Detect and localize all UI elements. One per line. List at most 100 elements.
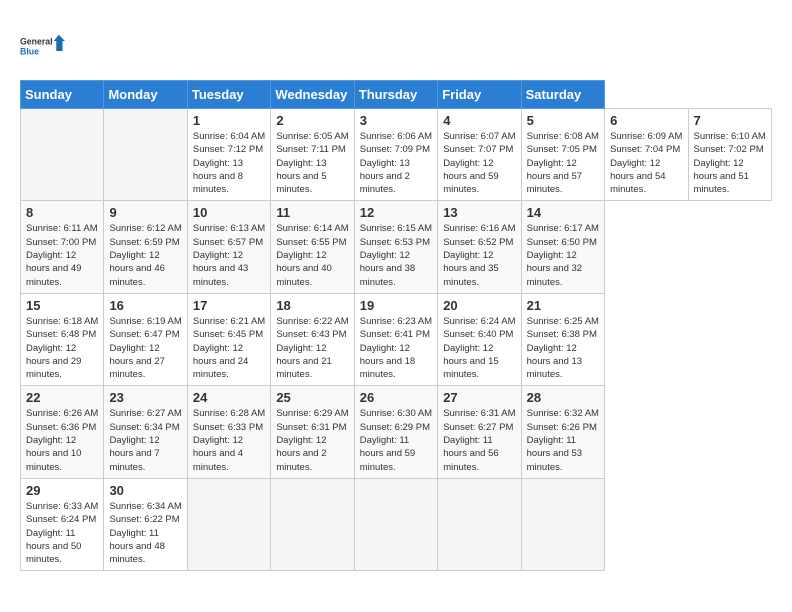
- day-number: 10: [193, 205, 265, 220]
- svg-text:Blue: Blue: [20, 47, 39, 57]
- calendar-week-row: 8Sunrise: 6:11 AMSunset: 7:00 PMDaylight…: [21, 201, 772, 293]
- calendar-week-row: 1 Sunrise: 6:04 AMSunset: 7:12 PMDaylight…: [21, 109, 772, 201]
- page-header: General Blue: [20, 20, 772, 70]
- calendar-day-cell: 18 Sunrise: 6:22 AMSunset: 6:43 PMDayligh…: [271, 293, 354, 385]
- day-info: Sunrise: 6:30 AMSunset: 6:29 PMDaylight:…: [360, 407, 432, 473]
- weekday-header: Friday: [438, 81, 521, 109]
- calendar-day-cell: 26 Sunrise: 6:30 AMSunset: 6:29 PMDayligh…: [354, 386, 437, 478]
- day-info: Sunrise: 6:22 AMSunset: 6:43 PMDaylight:…: [276, 315, 348, 381]
- day-info: Sunrise: 6:09 AMSunset: 7:04 PMDaylight:…: [610, 130, 682, 196]
- weekday-header: Monday: [104, 81, 187, 109]
- calendar-day-cell: 3 Sunrise: 6:06 AMSunset: 7:09 PMDaylight…: [354, 109, 437, 201]
- day-info: Sunrise: 6:28 AMSunset: 6:33 PMDaylight:…: [193, 407, 265, 473]
- day-info: Sunrise: 6:26 AMSunset: 6:36 PMDaylight:…: [26, 407, 98, 473]
- day-number: 16: [109, 298, 181, 313]
- svg-text:General: General: [20, 37, 53, 47]
- day-number: 9: [109, 205, 181, 220]
- logo-svg: General Blue: [20, 25, 70, 70]
- calendar-day-cell: 17 Sunrise: 6:21 AMSunset: 6:45 PMDayligh…: [187, 293, 270, 385]
- calendar-day-cell: 6 Sunrise: 6:09 AMSunset: 7:04 PMDaylight…: [605, 109, 688, 201]
- day-number: 11: [276, 205, 348, 220]
- calendar-day-cell: 2 Sunrise: 6:05 AMSunset: 7:11 PMDaylight…: [271, 109, 354, 201]
- calendar-day-cell: [104, 109, 187, 201]
- day-info: Sunrise: 6:04 AMSunset: 7:12 PMDaylight:…: [193, 130, 265, 196]
- calendar-day-cell: 22 Sunrise: 6:26 AMSunset: 6:36 PMDayligh…: [21, 386, 104, 478]
- calendar-day-cell: 24Sunrise: 6:28 AMSunset: 6:33 PMDayligh…: [187, 386, 270, 478]
- calendar-table: SundayMondayTuesdayWednesdayThursdayFrid…: [20, 80, 772, 571]
- calendar-week-row: 15Sunrise: 6:18 AMSunset: 6:48 PMDayligh…: [21, 293, 772, 385]
- calendar-day-cell: 12 Sunrise: 6:15 AMSunset: 6:53 PMDayligh…: [354, 201, 437, 293]
- day-number: 20: [443, 298, 515, 313]
- day-number: 26: [360, 390, 432, 405]
- day-number: 14: [527, 205, 599, 220]
- day-info: Sunrise: 6:12 AMSunset: 6:59 PMDaylight:…: [109, 222, 181, 288]
- calendar-day-cell: 1 Sunrise: 6:04 AMSunset: 7:12 PMDaylight…: [187, 109, 270, 201]
- day-number: 22: [26, 390, 98, 405]
- day-number: 12: [360, 205, 432, 220]
- day-number: 7: [694, 113, 767, 128]
- day-info: Sunrise: 6:29 AMSunset: 6:31 PMDaylight:…: [276, 407, 348, 473]
- calendar-day-cell: 23Sunrise: 6:27 AMSunset: 6:34 PMDayligh…: [104, 386, 187, 478]
- day-info: Sunrise: 6:23 AMSunset: 6:41 PMDaylight:…: [360, 315, 432, 381]
- calendar-day-cell: [271, 478, 354, 570]
- day-number: 4: [443, 113, 515, 128]
- day-info: Sunrise: 6:10 AMSunset: 7:02 PMDaylight:…: [694, 130, 767, 196]
- day-number: 6: [610, 113, 682, 128]
- calendar-day-cell: 28 Sunrise: 6:32 AMSunset: 6:26 PMDayligh…: [521, 386, 604, 478]
- day-number: 1: [193, 113, 265, 128]
- calendar-day-cell: 21 Sunrise: 6:25 AMSunset: 6:38 PMDayligh…: [521, 293, 604, 385]
- day-info: Sunrise: 6:13 AMSunset: 6:57 PMDaylight:…: [193, 222, 265, 288]
- day-info: Sunrise: 6:24 AMSunset: 6:40 PMDaylight:…: [443, 315, 515, 381]
- day-info: Sunrise: 6:31 AMSunset: 6:27 PMDaylight:…: [443, 407, 515, 473]
- day-info: Sunrise: 6:06 AMSunset: 7:09 PMDaylight:…: [360, 130, 432, 196]
- day-info: Sunrise: 6:08 AMSunset: 7:05 PMDaylight:…: [527, 130, 599, 196]
- calendar-day-cell: 4 Sunrise: 6:07 AMSunset: 7:07 PMDaylight…: [438, 109, 521, 201]
- weekday-header: Sunday: [21, 81, 104, 109]
- day-number: 27: [443, 390, 515, 405]
- day-info: Sunrise: 6:05 AMSunset: 7:11 PMDaylight:…: [276, 130, 348, 196]
- day-info: Sunrise: 6:16 AMSunset: 6:52 PMDaylight:…: [443, 222, 515, 288]
- calendar-day-cell: [521, 478, 604, 570]
- calendar-day-cell: 16Sunrise: 6:19 AMSunset: 6:47 PMDayligh…: [104, 293, 187, 385]
- day-info: Sunrise: 6:15 AMSunset: 6:53 PMDaylight:…: [360, 222, 432, 288]
- calendar-day-cell: 20 Sunrise: 6:24 AMSunset: 6:40 PMDayligh…: [438, 293, 521, 385]
- weekday-header: Thursday: [354, 81, 437, 109]
- day-info: Sunrise: 6:33 AMSunset: 6:24 PMDaylight:…: [26, 500, 98, 566]
- calendar-day-cell: 29Sunrise: 6:33 AMSunset: 6:24 PMDayligh…: [21, 478, 104, 570]
- calendar-day-cell: 15Sunrise: 6:18 AMSunset: 6:48 PMDayligh…: [21, 293, 104, 385]
- calendar-day-cell: 13Sunrise: 6:16 AMSunset: 6:52 PMDayligh…: [438, 201, 521, 293]
- weekday-header: Wednesday: [271, 81, 354, 109]
- day-info: Sunrise: 6:21 AMSunset: 6:45 PMDaylight:…: [193, 315, 265, 381]
- calendar-day-cell: [354, 478, 437, 570]
- weekday-header: Tuesday: [187, 81, 270, 109]
- day-number: 3: [360, 113, 432, 128]
- calendar-day-cell: 30 Sunrise: 6:34 AMSunset: 6:22 PMDayligh…: [104, 478, 187, 570]
- day-number: 17: [193, 298, 265, 313]
- calendar-day-cell: [438, 478, 521, 570]
- day-info: Sunrise: 6:17 AMSunset: 6:50 PMDaylight:…: [527, 222, 599, 288]
- day-info: Sunrise: 6:14 AMSunset: 6:55 PMDaylight:…: [276, 222, 348, 288]
- day-info: Sunrise: 6:27 AMSunset: 6:34 PMDaylight:…: [109, 407, 181, 473]
- day-number: 18: [276, 298, 348, 313]
- calendar-day-cell: [21, 109, 104, 201]
- day-info: Sunrise: 6:07 AMSunset: 7:07 PMDaylight:…: [443, 130, 515, 196]
- day-info: Sunrise: 6:32 AMSunset: 6:26 PMDaylight:…: [527, 407, 599, 473]
- day-number: 28: [527, 390, 599, 405]
- day-number: 25: [276, 390, 348, 405]
- day-number: 21: [527, 298, 599, 313]
- calendar-day-cell: 27 Sunrise: 6:31 AMSunset: 6:27 PMDayligh…: [438, 386, 521, 478]
- day-info: Sunrise: 6:34 AMSunset: 6:22 PMDaylight:…: [109, 500, 181, 566]
- day-number: 30: [109, 483, 181, 498]
- day-info: Sunrise: 6:18 AMSunset: 6:48 PMDaylight:…: [26, 315, 98, 381]
- calendar-day-cell: 9 Sunrise: 6:12 AMSunset: 6:59 PMDaylight…: [104, 201, 187, 293]
- calendar-day-cell: 5Sunrise: 6:08 AMSunset: 7:05 PMDaylight…: [521, 109, 604, 201]
- calendar-day-cell: 8Sunrise: 6:11 AMSunset: 7:00 PMDaylight…: [21, 201, 104, 293]
- day-info: Sunrise: 6:25 AMSunset: 6:38 PMDaylight:…: [527, 315, 599, 381]
- day-number: 19: [360, 298, 432, 313]
- calendar-day-cell: 14 Sunrise: 6:17 AMSunset: 6:50 PMDayligh…: [521, 201, 604, 293]
- calendar-week-row: 22 Sunrise: 6:26 AMSunset: 6:36 PMDayligh…: [21, 386, 772, 478]
- day-number: 2: [276, 113, 348, 128]
- calendar-day-cell: 19 Sunrise: 6:23 AMSunset: 6:41 PMDayligh…: [354, 293, 437, 385]
- day-number: 8: [26, 205, 98, 220]
- weekday-header: Saturday: [521, 81, 604, 109]
